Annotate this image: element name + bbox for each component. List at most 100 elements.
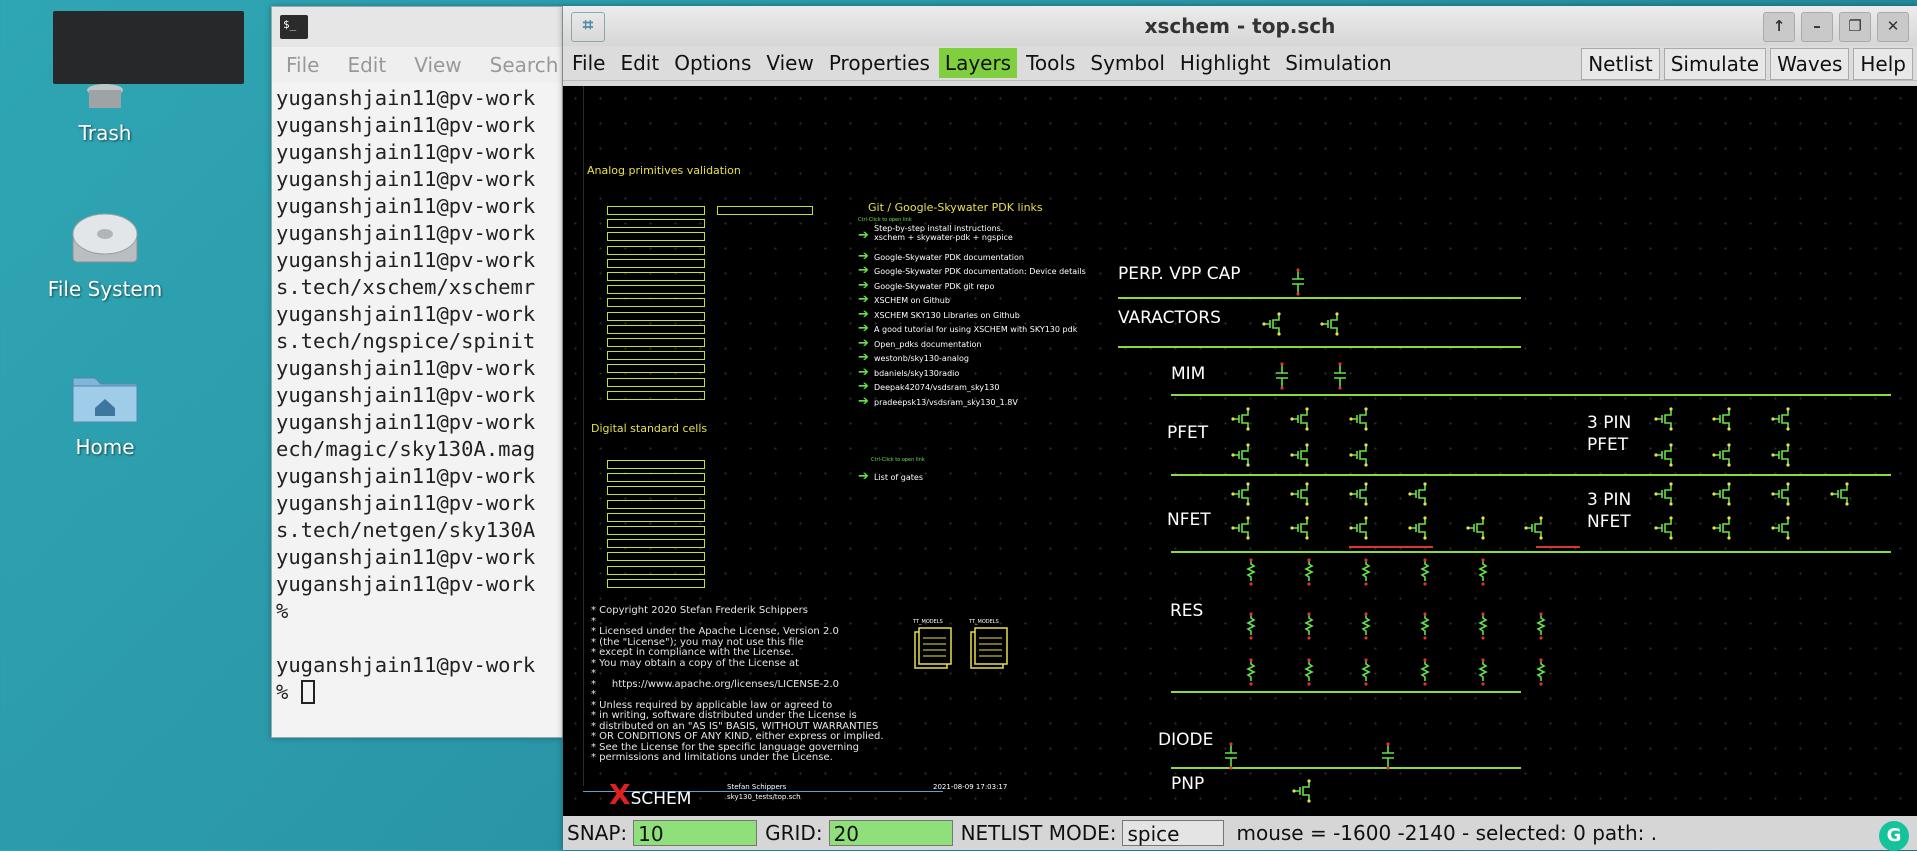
- terminal-line: yuganshjain11@pv-work: [276, 410, 536, 434]
- document-icon[interactable]: [913, 626, 1013, 672]
- transistor-symbol[interactable]: [1771, 443, 1790, 467]
- capacitor-symbol[interactable]: [1276, 362, 1288, 390]
- resistor-symbol[interactable]: [1478, 558, 1488, 586]
- terminal-output[interactable]: yuganshjain11@pv-work yuganshjain11@pv-wo…: [272, 83, 562, 706]
- desktop-icon-label: Home: [75, 435, 135, 459]
- transistor-symbol[interactable]: [1654, 482, 1673, 506]
- netlist-mode-field[interactable]: spice: [1122, 820, 1225, 846]
- help-button[interactable]: Help: [1853, 48, 1913, 80]
- transistor-symbol[interactable]: [1349, 516, 1368, 540]
- desktop-icon-file-system[interactable]: File System: [35, 210, 175, 301]
- schematic-canvas[interactable]: Analog primitives validation Digital sta…: [563, 86, 1917, 816]
- window-up-icon[interactable]: ↑: [1763, 12, 1795, 42]
- terminal-line: yuganshjain11@pv-work: [276, 113, 536, 137]
- terminal-titlebar[interactable]: $_: [272, 7, 562, 47]
- menu-edit[interactable]: Edit: [614, 48, 665, 78]
- resistor-symbol[interactable]: [1361, 558, 1371, 586]
- resistor-symbol[interactable]: [1420, 658, 1430, 686]
- transistor-symbol[interactable]: [1524, 516, 1543, 540]
- terminal-prompt: %: [276, 680, 301, 704]
- transistor-symbol[interactable]: [1231, 482, 1250, 506]
- transistor-symbol[interactable]: [1408, 516, 1427, 540]
- date-text: 2021-08-09 17:03:17: [933, 783, 1008, 791]
- transistor-symbol[interactable]: [1712, 407, 1731, 431]
- resistor-symbol[interactable]: [1304, 558, 1314, 586]
- menu-view[interactable]: View: [760, 48, 819, 78]
- transistor-symbol[interactable]: [1712, 443, 1731, 467]
- window-minimize-icon[interactable]: –: [1801, 12, 1833, 42]
- transistor-symbol[interactable]: [1262, 312, 1281, 336]
- transistor-symbol[interactable]: [1290, 482, 1309, 506]
- window-close-icon[interactable]: ✕: [1877, 12, 1909, 42]
- transistor-symbol[interactable]: [1771, 482, 1790, 506]
- transistor-symbol[interactable]: [1830, 482, 1849, 506]
- transistor-symbol[interactable]: [1290, 407, 1309, 431]
- transistor-symbol[interactable]: [1320, 312, 1339, 336]
- workspace-thumbnail[interactable]: [53, 11, 244, 84]
- grammarly-icon[interactable]: G: [1879, 821, 1909, 851]
- menu-layers[interactable]: Layers: [938, 48, 1018, 78]
- transistor-symbol[interactable]: [1712, 482, 1731, 506]
- simulate-button[interactable]: Simulate: [1663, 48, 1767, 80]
- transistor-symbol[interactable]: [1349, 482, 1368, 506]
- resistor-symbol[interactable]: [1478, 658, 1488, 686]
- resistor-symbol[interactable]: [1420, 558, 1430, 586]
- resistor-symbol[interactable]: [1478, 612, 1488, 640]
- grid-field[interactable]: 20: [828, 820, 953, 846]
- transistor-symbol[interactable]: [1290, 443, 1309, 467]
- transistor-symbol[interactable]: [1771, 516, 1790, 540]
- terminal-line: yuganshjain11@pv-work: [276, 491, 536, 515]
- transistor-symbol[interactable]: [1231, 407, 1250, 431]
- transistor-symbol[interactable]: [1466, 516, 1485, 540]
- capacitor-symbol[interactable]: [1225, 742, 1237, 770]
- terminal-menu-search[interactable]: Search: [490, 53, 559, 77]
- menu-properties[interactable]: Properties: [823, 48, 936, 78]
- menu-options[interactable]: Options: [668, 48, 757, 78]
- desktop-icon-home[interactable]: Home: [35, 368, 175, 459]
- resistor-symbol[interactable]: [1246, 558, 1256, 586]
- resistor-symbol[interactable]: [1536, 612, 1546, 640]
- transistor-symbol[interactable]: [1408, 482, 1427, 506]
- terminal-menu-edit[interactable]: Edit: [347, 53, 386, 77]
- capacitor-symbol[interactable]: [1292, 268, 1304, 296]
- netlist-button[interactable]: Netlist: [1581, 48, 1660, 80]
- transistor-symbol[interactable]: [1292, 779, 1311, 803]
- resistor-symbol[interactable]: [1246, 658, 1256, 686]
- waves-button[interactable]: Waves: [1770, 48, 1850, 80]
- transistor-symbol[interactable]: [1654, 516, 1673, 540]
- menu-file[interactable]: File: [566, 48, 611, 78]
- resistor-symbol[interactable]: [1536, 658, 1546, 686]
- transistor-symbol[interactable]: [1290, 516, 1309, 540]
- desktop-icon-trash[interactable]: Trash: [35, 82, 175, 145]
- resistor-symbol[interactable]: [1246, 612, 1256, 640]
- resistor-symbol[interactable]: [1304, 612, 1314, 640]
- desktop-icon-label: File System: [47, 277, 163, 301]
- transistor-symbol[interactable]: [1654, 443, 1673, 467]
- capacitor-symbol[interactable]: [1382, 742, 1394, 770]
- menu-tools[interactable]: Tools: [1020, 48, 1081, 78]
- resistor-symbol[interactable]: [1361, 658, 1371, 686]
- resistor-symbol[interactable]: [1304, 658, 1314, 686]
- resistor-symbol[interactable]: [1420, 612, 1430, 640]
- menu-simulation[interactable]: Simulation: [1279, 48, 1398, 78]
- snap-field[interactable]: 10: [633, 820, 758, 846]
- transistor-symbol[interactable]: [1231, 516, 1250, 540]
- transistor-symbol[interactable]: [1771, 407, 1790, 431]
- transistor-symbol[interactable]: [1712, 516, 1731, 540]
- terminal-menu-file[interactable]: File: [286, 53, 319, 77]
- xschem-titlebar[interactable]: ⌗ xschem - top.sch ↑ – ❐ ✕: [563, 6, 1917, 46]
- terminal-window[interactable]: $_ File Edit View Search yuganshjain11@p…: [271, 6, 563, 738]
- terminal-line: yuganshjain11@pv-work: [276, 383, 536, 407]
- terminal-menu-view[interactable]: View: [414, 53, 461, 77]
- window-maximize-icon[interactable]: ❐: [1839, 12, 1871, 42]
- resistor-symbol[interactable]: [1361, 612, 1371, 640]
- transistor-symbol[interactable]: [1349, 443, 1368, 467]
- xschem-window[interactable]: ⌗ xschem - top.sch ↑ – ❐ ✕ File Edit Opt…: [563, 6, 1917, 851]
- transistor-symbol[interactable]: [1349, 407, 1368, 431]
- menu-symbol[interactable]: Symbol: [1084, 48, 1171, 78]
- transistor-symbol[interactable]: [1231, 443, 1250, 467]
- terminal-line: yuganshjain11@pv-work: [276, 221, 536, 245]
- menu-highlight[interactable]: Highlight: [1174, 48, 1276, 78]
- transistor-symbol[interactable]: [1654, 407, 1673, 431]
- capacitor-symbol[interactable]: [1334, 362, 1346, 390]
